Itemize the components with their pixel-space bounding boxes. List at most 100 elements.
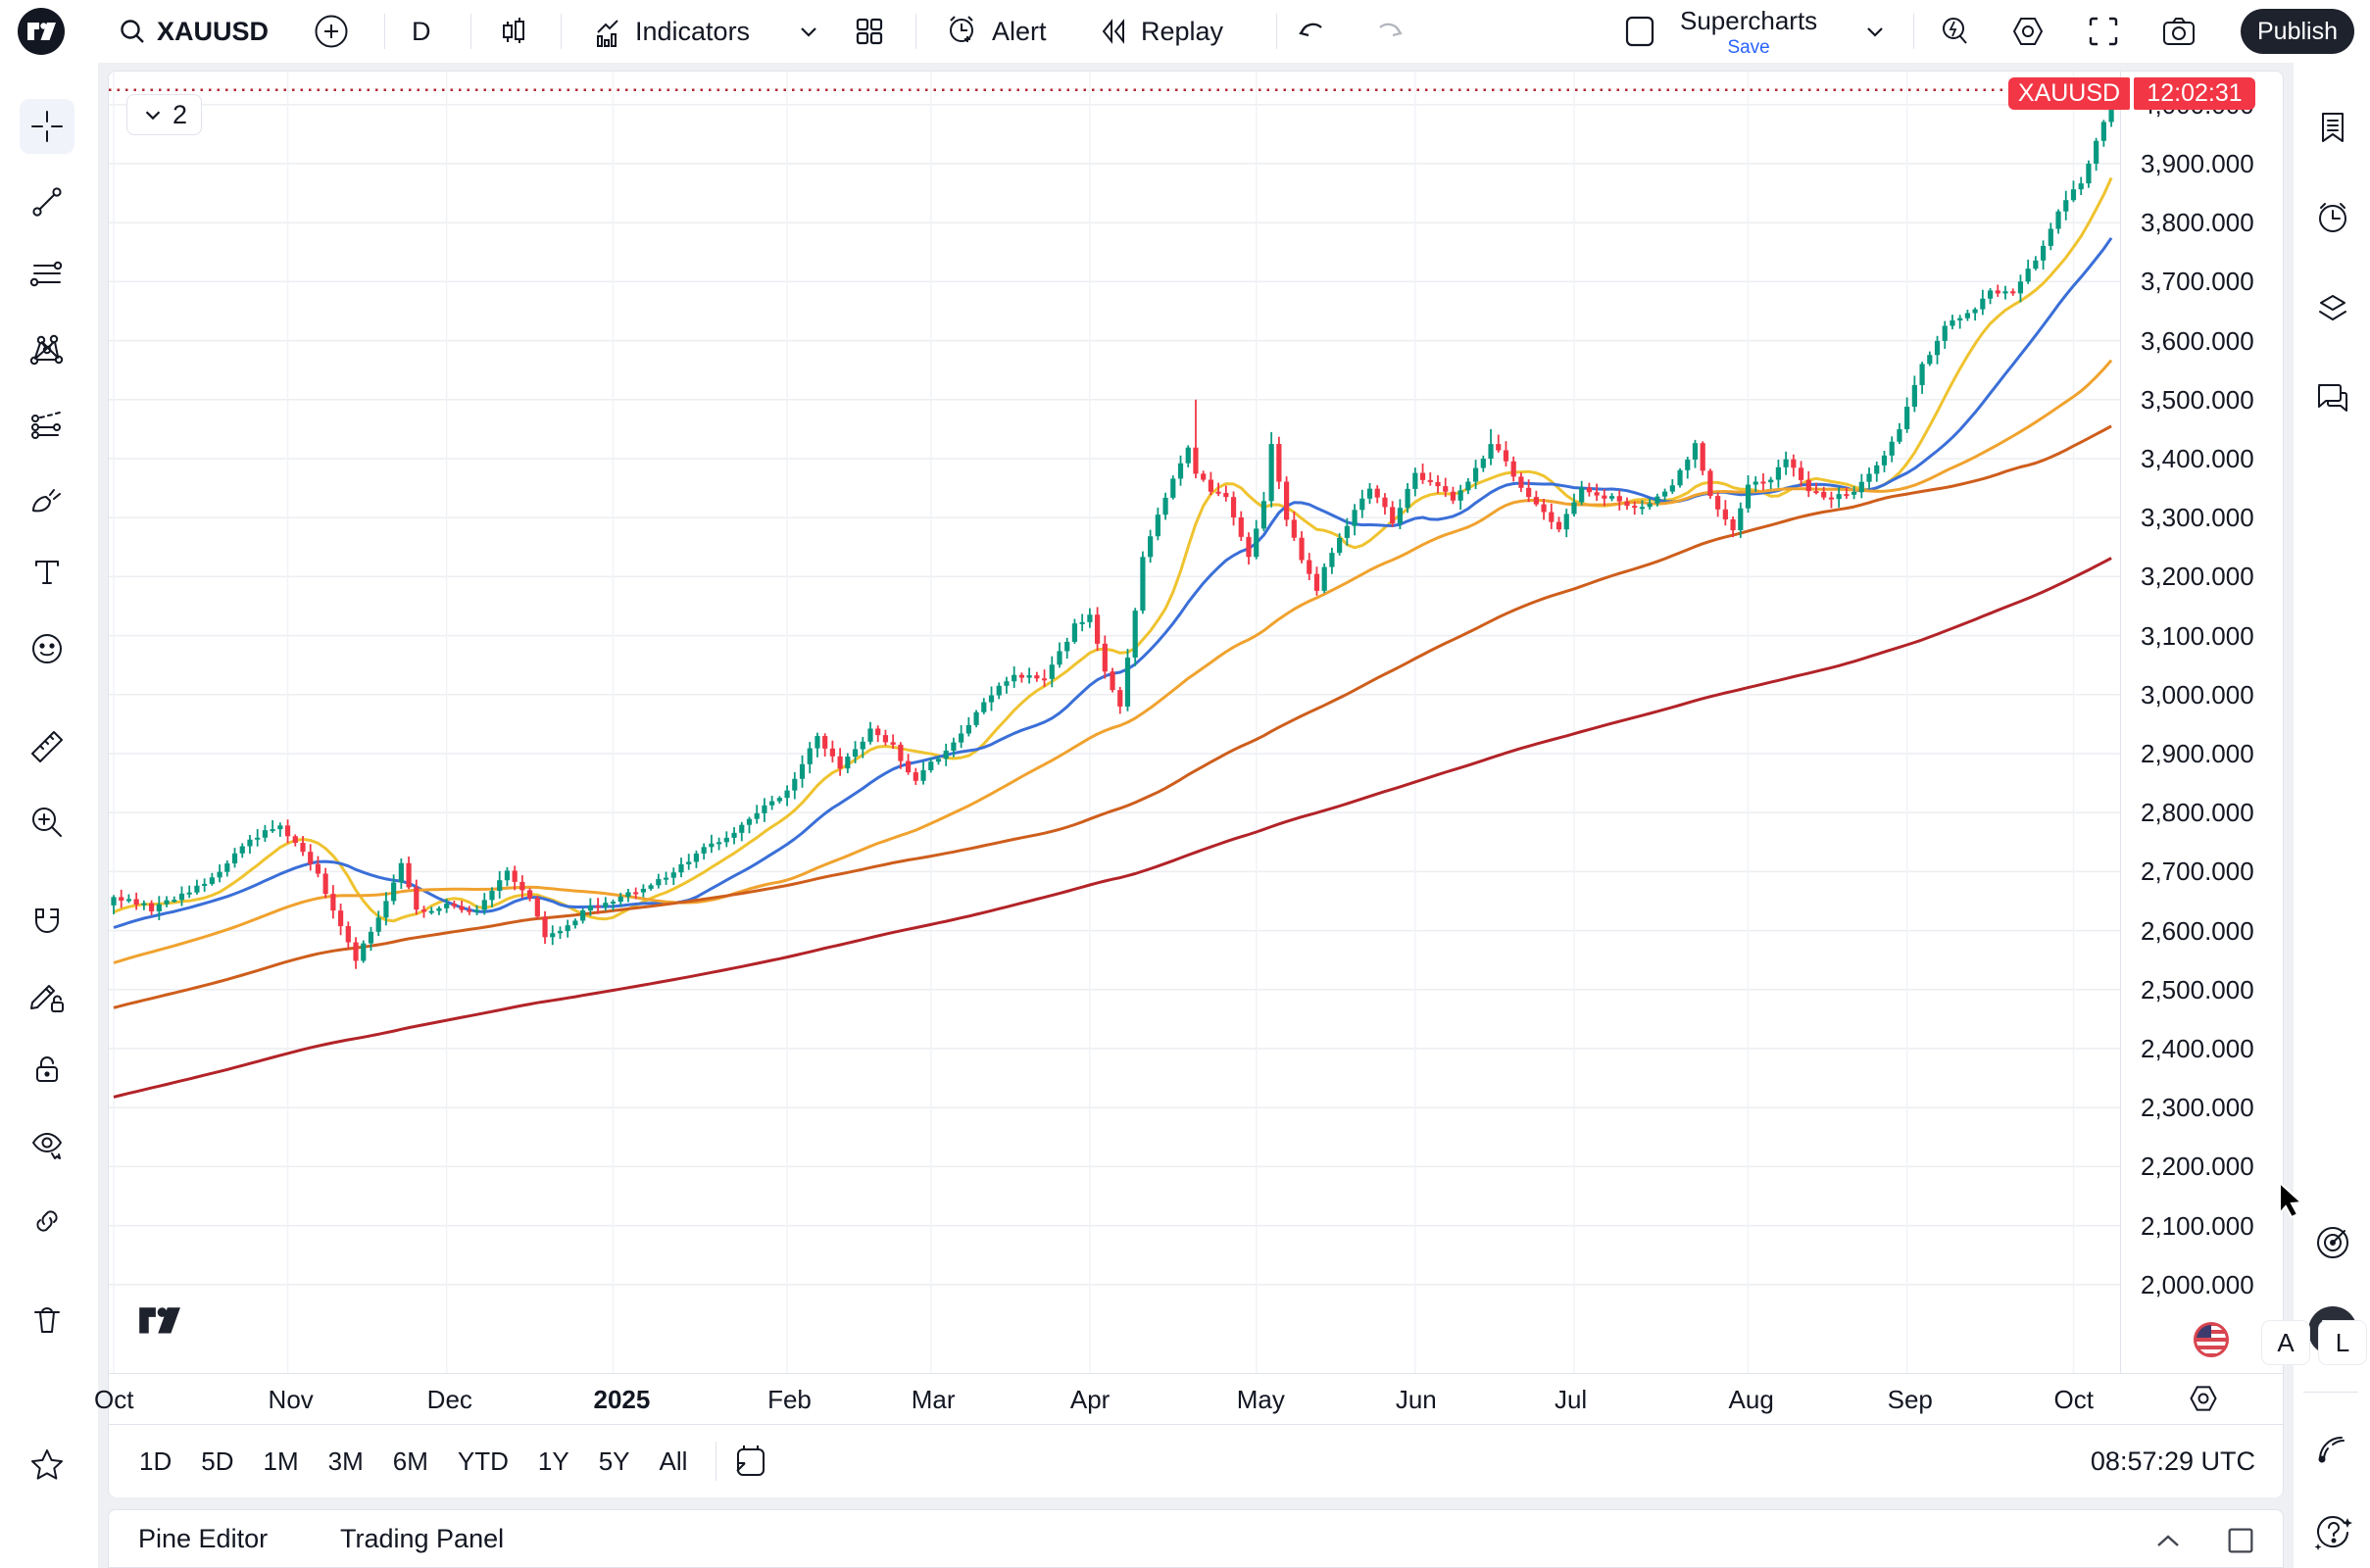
price-tick-label: 3,600.000 [2141,326,2254,357]
tradingview-logo[interactable] [18,8,65,55]
connection-icon[interactable] [2307,1423,2358,1474]
alert-clock-icon [943,12,982,51]
tab-pine-editor[interactable]: Pine Editor [138,1524,268,1554]
brush-tool[interactable] [20,472,74,527]
chart-style-button[interactable] [496,8,531,55]
link-tool[interactable] [20,1194,74,1249]
symbol-price-badge: XAUUSD 12:02:31 [2008,77,2255,110]
go-to-date-icon[interactable] [730,1442,769,1481]
alert-button[interactable]: Alert [943,8,1047,55]
range-button-1d[interactable]: 1D [124,1439,186,1485]
mouse-cursor [2276,1181,2309,1220]
range-button-6m[interactable]: 6M [378,1439,443,1485]
replay-button[interactable]: Replay [1096,8,1223,55]
separator [915,14,916,49]
price-tick-label: 3,400.000 [2141,444,2254,474]
crosshair-tool[interactable] [20,99,74,154]
watchlist-icon[interactable] [2307,102,2358,153]
quick-search-icon[interactable] [1937,8,1974,55]
save-link[interactable]: Save [1680,37,1817,59]
price-tick-label: 2,500.000 [2141,975,2254,1005]
indicators-label: Indicators [635,17,750,47]
save-layout-checkbox[interactable] [1623,8,1656,55]
price-tick-label: 3,500.000 [2141,385,2254,416]
hide-drawings-tool[interactable] [20,1117,74,1172]
separator [1276,14,1277,49]
lock-all-tool[interactable] [20,1042,74,1097]
publish-button[interactable]: Publish [2241,9,2354,54]
time-tick-label: Mar [912,1385,956,1415]
price-tick-label: 2,700.000 [2141,857,2254,887]
remove-drawings-tool[interactable] [20,1292,74,1347]
symbol-search-button[interactable]: XAUUSD [118,8,269,55]
object-tree-icon[interactable] [2307,282,2358,333]
snapshot-camera-icon[interactable] [2160,8,2197,55]
trend-line-tool[interactable] [20,174,74,229]
interval-button[interactable]: D [412,8,431,55]
price-axis[interactable]: 4,000.0003,900.0003,800.0003,700.0003,60… [2120,72,2284,1373]
market-flag-icon[interactable] [2192,1320,2231,1359]
legend-collapsed-button[interactable]: 2 [126,94,202,135]
log-scale-button[interactable]: L [2318,1320,2367,1365]
auto-scale-button[interactable]: A [2261,1320,2310,1365]
alerts-icon[interactable] [2307,192,2358,243]
ruler-tool[interactable] [20,719,74,774]
help-icon[interactable] [2307,1507,2358,1558]
time-tick-label: May [1237,1385,1285,1415]
compare-add-button[interactable] [314,8,349,55]
fullscreen-icon[interactable] [2086,8,2121,55]
price-tick-label: 2,400.000 [2141,1034,2254,1064]
time-tick-label: Jul [1555,1385,1587,1415]
indicator-templates-chevron[interactable] [796,8,821,55]
layout-title-block[interactable]: Supercharts Save [1680,6,1817,59]
time-axis[interactable]: OctNovDec2025FebMarAprMayJunJulAugSepOct [109,1373,2284,1424]
replay-label: Replay [1141,17,1223,47]
layout-menu-chevron[interactable] [1862,8,1888,55]
forecast-tool[interactable] [20,398,74,453]
drawing-lock-tool[interactable] [20,970,74,1025]
chat-icon[interactable] [2307,372,2358,423]
price-tick-label: 3,700.000 [2141,267,2254,297]
xabcd-pattern-tool[interactable] [20,322,74,377]
range-button-5d[interactable]: 5D [186,1439,248,1485]
layout-grid-button[interactable] [851,8,888,55]
interval-label: D [412,17,431,47]
text-tool[interactable] [20,546,74,601]
horizontal-lines-tool[interactable] [20,247,74,302]
indicators-button[interactable]: Indicators [588,8,750,55]
top-toolbar: XAUUSD D Indicators Alert Replay Superch… [0,0,2370,63]
price-tick-label: 3,100.000 [2141,621,2254,652]
time-tick-label: Oct [2053,1385,2093,1415]
settings-gear-icon[interactable] [2009,8,2047,55]
price-tick-label: 2,800.000 [2141,798,2254,828]
axis-settings-gear-icon[interactable] [2187,1382,2220,1415]
tab-trading-panel[interactable]: Trading Panel [340,1524,504,1554]
range-button-3m[interactable]: 3M [314,1439,378,1485]
price-tick-label: 3,200.000 [2141,562,2254,592]
range-button-1y[interactable]: 1Y [523,1439,584,1485]
redo-button[interactable] [1368,8,1406,55]
range-button-all[interactable]: All [645,1439,703,1485]
screener-icon[interactable] [2307,1217,2358,1268]
magnet-tool[interactable] [20,895,74,950]
range-button-1m[interactable]: 1M [249,1439,314,1485]
panel-expand-chevron-icon[interactable] [2152,1526,2184,1557]
price-tick-label: 2,900.000 [2141,739,2254,769]
favorites-star-tool[interactable] [20,1439,74,1494]
separator [2303,1392,2358,1393]
time-tick-label: Oct [94,1385,133,1415]
separator [561,14,562,49]
candlestick-chart[interactable] [109,72,2120,1373]
emoji-tool[interactable] [20,621,74,676]
symbol-name: XAUUSD [157,17,269,47]
tradingview-watermark [138,1304,199,1344]
panel-maximize-icon[interactable] [2224,1524,2257,1557]
undo-button[interactable] [1296,8,1333,55]
price-tick-label: 2,600.000 [2141,916,2254,947]
range-button-ytd[interactable]: YTD [443,1439,523,1485]
range-button-5y[interactable]: 5Y [584,1439,645,1485]
range-toolbar: 1D5D1M3M6MYTD1Y5YAll 08:57:29 UTC [109,1424,2283,1497]
badge-countdown: 12:02:31 [2134,77,2255,110]
zoom-in-tool[interactable] [20,795,74,850]
utc-clock[interactable]: 08:57:29 UTC [2091,1425,2255,1498]
